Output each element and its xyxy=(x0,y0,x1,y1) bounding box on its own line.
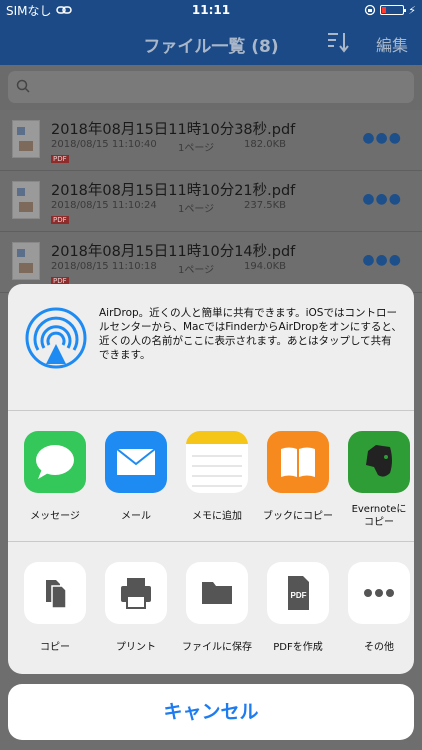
rotation-lock-icon xyxy=(365,4,376,16)
action-label: その他 xyxy=(364,642,394,653)
more-icon xyxy=(348,562,410,624)
action-more[interactable]: その他 xyxy=(339,562,414,654)
printer-icon xyxy=(105,562,167,624)
link-icon xyxy=(55,6,72,14)
search-field-container[interactable] xyxy=(8,71,414,105)
mail-icon xyxy=(105,431,167,493)
share-app-label: メッセージ xyxy=(30,511,80,522)
search-input[interactable] xyxy=(36,71,410,105)
file-pages: 1ページ xyxy=(178,204,215,215)
file-size: 194.0KB xyxy=(244,261,287,272)
file-size: 237.5KB xyxy=(244,200,287,211)
share-app-notes[interactable]: メモに追加 xyxy=(177,431,257,523)
notes-icon xyxy=(186,431,248,493)
file-name: 2018年08月15日11時10分38秒.pdf xyxy=(51,122,296,138)
share-app-label: メール xyxy=(121,511,151,522)
share-action-row: コピー プリント ファイルに保存 PDF PDFを作成 その他 xyxy=(8,542,414,674)
share-app-messages[interactable]: メッセージ xyxy=(15,431,95,523)
pdf-badge: PDF xyxy=(51,155,69,163)
pdf-badge: PDF xyxy=(51,216,69,224)
file-pages: 1ページ xyxy=(178,265,215,276)
action-copy[interactable]: コピー xyxy=(15,562,95,654)
cancel-button[interactable]: キャンセル xyxy=(8,684,414,740)
share-app-mail[interactable]: メール xyxy=(96,431,176,523)
action-label: プリント xyxy=(116,642,156,653)
action-save-to-files[interactable]: ファイルに保存 xyxy=(177,562,257,654)
edit-button[interactable]: 編集 xyxy=(376,32,408,56)
more-options-icon[interactable]: ●●● xyxy=(362,252,402,268)
more-options-icon[interactable]: ●●● xyxy=(362,130,402,146)
file-date: 2018/08/15 11:10:18 xyxy=(51,261,157,272)
airdrop-icon xyxy=(25,307,87,369)
file-thumbnail xyxy=(12,181,40,219)
action-print[interactable]: プリント xyxy=(96,562,176,654)
file-pages: 1ページ xyxy=(178,143,215,154)
page-title: ファイル一覧 (8) xyxy=(143,37,279,57)
action-label: ファイルに保存 xyxy=(182,642,252,653)
charging-icon: ⚡ xyxy=(408,3,416,17)
share-app-row: メッセージ メール メモに追加 ブックにコピー Evernoteにコピー xyxy=(8,411,414,542)
file-thumbnail xyxy=(12,242,40,280)
sort-icon[interactable] xyxy=(326,30,350,54)
file-name: 2018年08月15日11時10分14秒.pdf xyxy=(51,244,296,260)
share-app-label: Evernoteにコピー xyxy=(351,504,407,528)
file-date: 2018/08/15 11:10:40 xyxy=(51,139,157,150)
search-bar xyxy=(0,65,422,110)
pdf-file-icon: PDF xyxy=(267,562,329,624)
file-row[interactable]: 2018年08月15日11時10分21秒.pdf 2018/08/15 11:1… xyxy=(0,171,422,232)
airdrop-description: AirDrop。近くの人と簡単に共有できます。iOSではコントロールセンターから… xyxy=(99,307,402,361)
pdf-icon-text: PDF xyxy=(291,591,307,600)
action-create-pdf[interactable]: PDF PDFを作成 xyxy=(258,562,338,654)
status-bar: SIMなし 11:11 ⚡ xyxy=(0,0,422,20)
more-options-icon[interactable]: ●●● xyxy=(362,191,402,207)
share-app-books[interactable]: ブックにコピー xyxy=(258,431,338,523)
evernote-icon xyxy=(348,431,410,493)
share-app-label: ブックにコピー xyxy=(263,511,333,522)
action-label: PDFを作成 xyxy=(273,642,323,653)
search-icon xyxy=(16,79,30,93)
carrier-label: SIMなし xyxy=(6,3,52,18)
file-list: 2018年08月15日11時10分38秒.pdf 2018/08/15 11:1… xyxy=(0,110,422,293)
share-sheet: AirDrop。近くの人と簡単に共有できます。iOSではコントロールセンターから… xyxy=(8,284,414,674)
books-icon xyxy=(267,431,329,493)
action-label: コピー xyxy=(40,642,70,653)
file-thumbnail xyxy=(12,120,40,158)
airdrop-section[interactable]: AirDrop。近くの人と簡単に共有できます。iOSではコントロールセンターから… xyxy=(8,284,414,411)
share-app-evernote[interactable]: Evernoteにコピー xyxy=(339,431,414,529)
navigation-bar: ファイル一覧 (8) 編集 xyxy=(0,20,422,65)
messages-icon xyxy=(24,431,86,493)
share-app-label: メモに追加 xyxy=(192,511,242,522)
copy-icon xyxy=(24,562,86,624)
file-name: 2018年08月15日11時10分21秒.pdf xyxy=(51,183,296,199)
folder-icon xyxy=(186,562,248,624)
file-row[interactable]: 2018年08月15日11時10分38秒.pdf 2018/08/15 11:1… xyxy=(0,110,422,171)
file-date: 2018/08/15 11:10:24 xyxy=(51,200,157,211)
file-size: 182.0KB xyxy=(244,139,287,150)
battery-icon xyxy=(380,5,407,15)
